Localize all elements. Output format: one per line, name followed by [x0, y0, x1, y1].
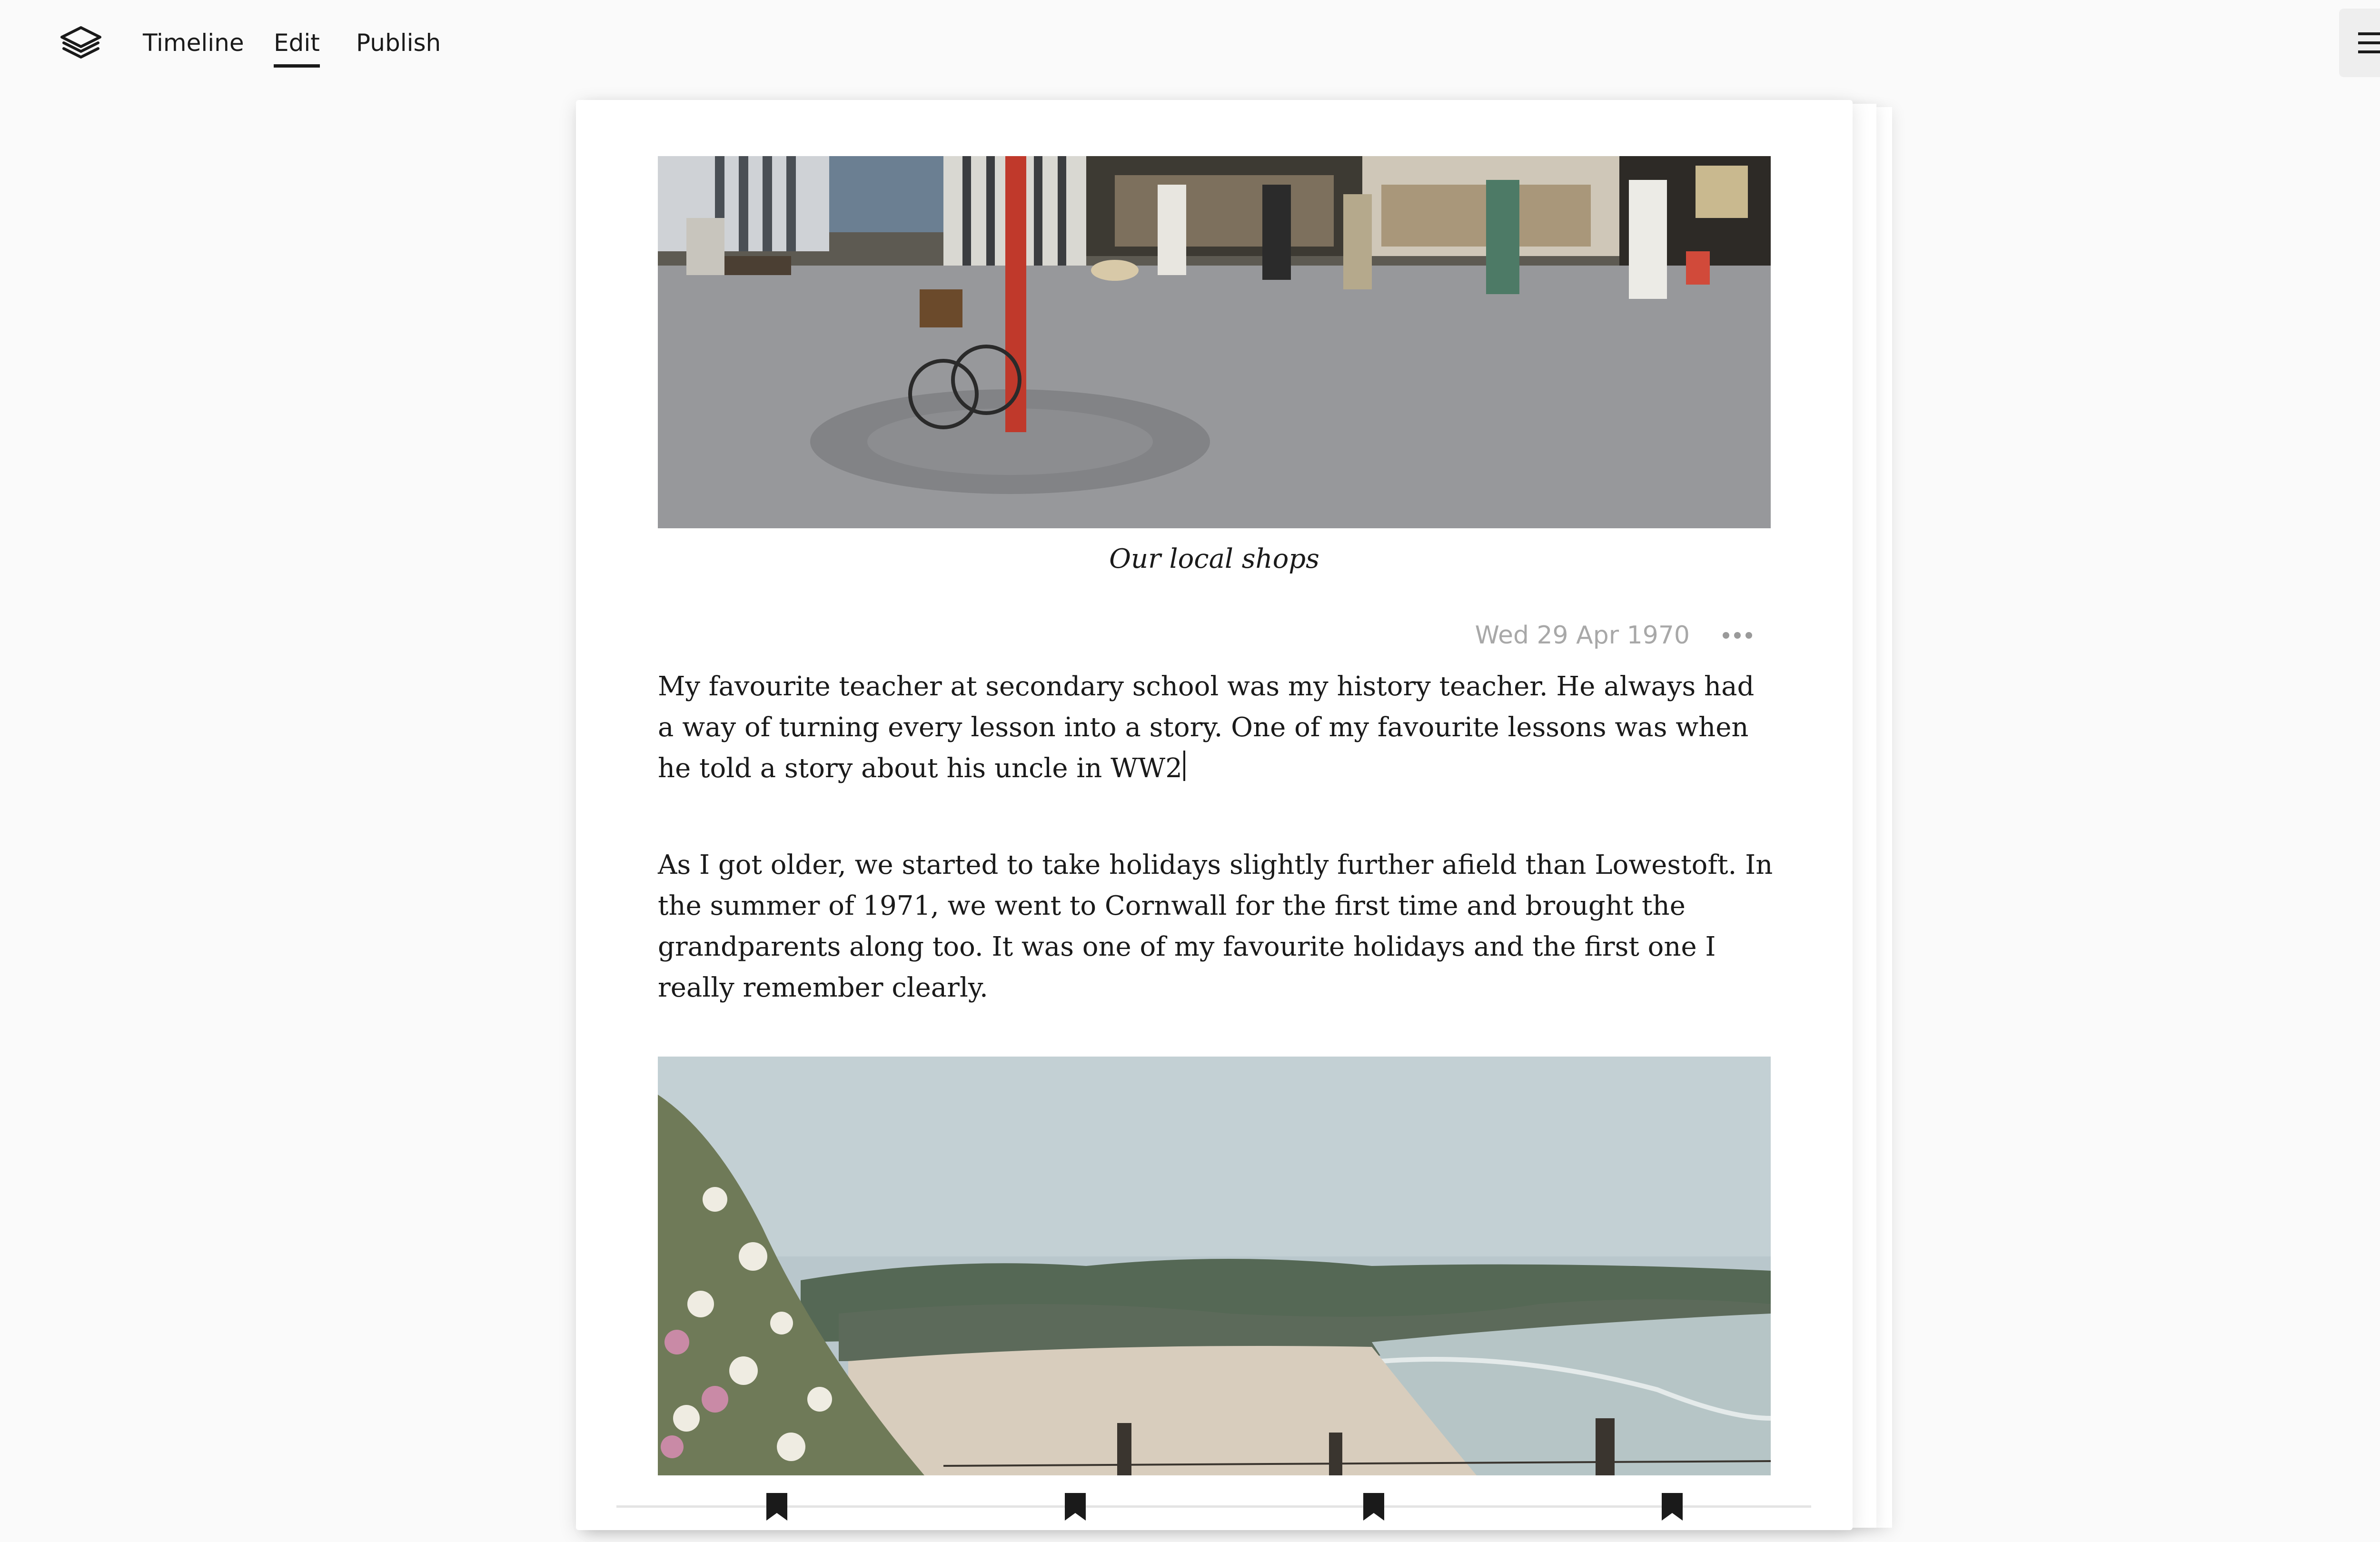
- entry-meta-row: Wed 29 Apr 1970: [658, 612, 1771, 659]
- more-dots-icon: [1723, 632, 1729, 639]
- story-paragraph[interactable]: As I got older, we started to take holid…: [658, 845, 1776, 1008]
- bookmark-bar-rule: [616, 1505, 1811, 1508]
- shops-photo[interactable]: [658, 156, 1771, 528]
- top-navigation: Timeline Edit Publish: [0, 0, 2380, 86]
- bookmark-button-4[interactable]: [1660, 1492, 1685, 1522]
- bookmark-button-1[interactable]: [764, 1492, 789, 1522]
- shops-photo-image: [658, 156, 1771, 528]
- shops-photo-caption[interactable]: Our local shops: [658, 540, 1771, 578]
- hamburger-menu-icon: [2358, 32, 2380, 53]
- entry-date[interactable]: Wed 29 Apr 1970: [1475, 616, 1690, 654]
- bookmark-button-2[interactable]: [1063, 1492, 1088, 1522]
- stacked-layers-icon[interactable]: [57, 19, 105, 67]
- text-cursor: [1183, 751, 1185, 781]
- beach-photo-image: [658, 1057, 1771, 1475]
- bookmark-icon: [766, 1493, 787, 1521]
- story-page: Our local shops Wed 29 Apr 1970 My favou…: [576, 100, 1853, 1530]
- bookmark-icon: [1662, 1493, 1683, 1521]
- nav-edit-link[interactable]: Edit: [274, 24, 320, 68]
- bookmark-icon: [1065, 1493, 1086, 1521]
- story-paragraph-editing[interactable]: My favourite teacher at secondary school…: [658, 666, 1776, 789]
- bookmark-button-3[interactable]: [1361, 1492, 1386, 1522]
- story-editor-app: Timeline Edit Publish Our local shops We…: [0, 0, 2380, 1542]
- menu-button[interactable]: [2339, 9, 2380, 77]
- nav-publish-link[interactable]: Publish: [356, 24, 441, 62]
- entry-more-button[interactable]: [1714, 616, 1761, 654]
- beach-photo[interactable]: [658, 1057, 1771, 1475]
- nav-timeline-link[interactable]: Timeline: [143, 24, 244, 62]
- bookmark-icon: [1363, 1493, 1384, 1521]
